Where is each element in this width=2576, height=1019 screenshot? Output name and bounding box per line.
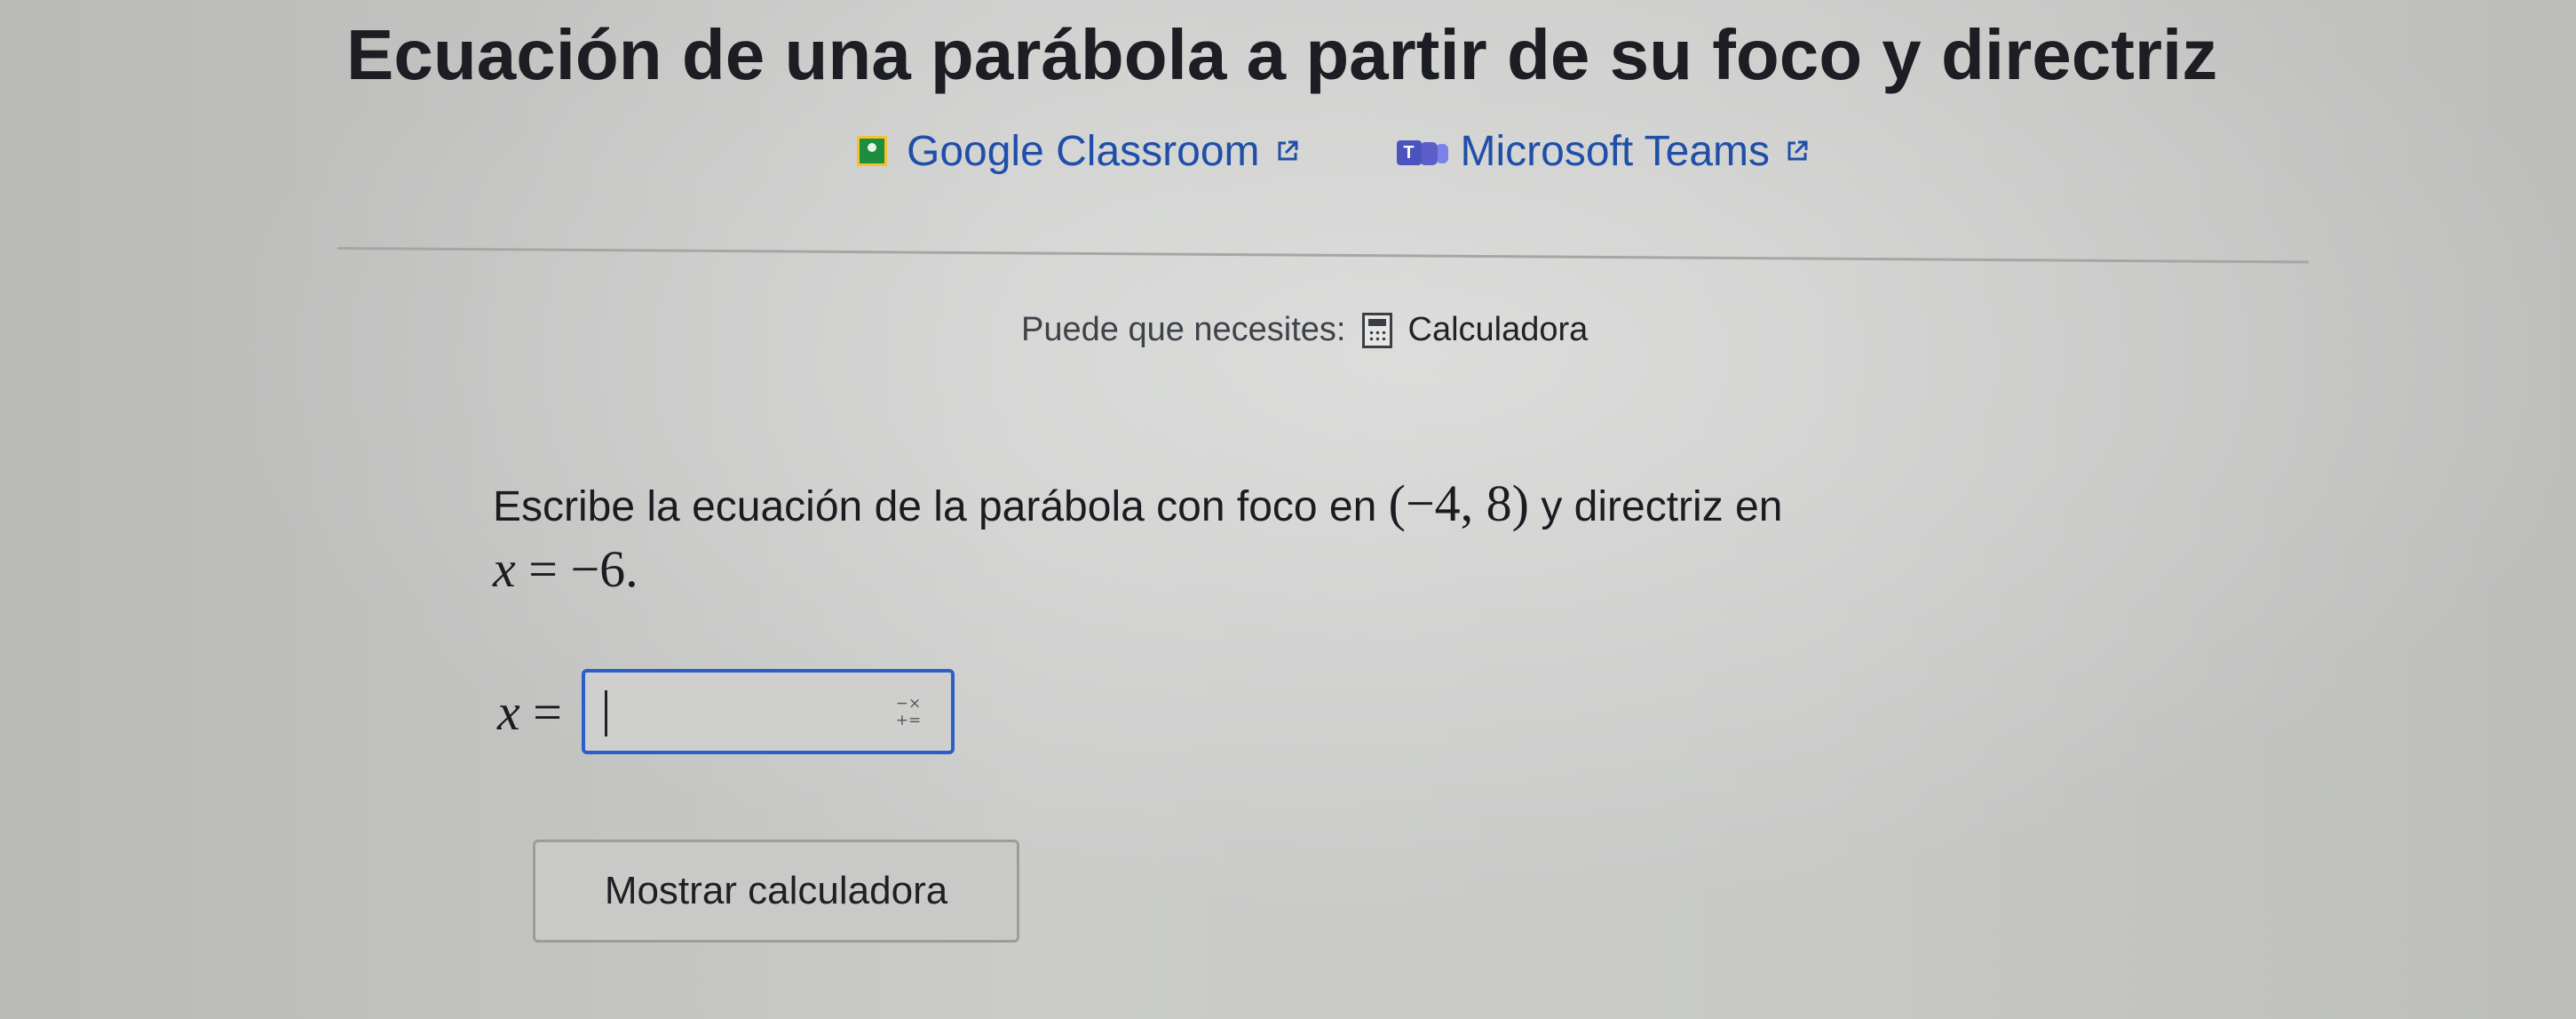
tools-needed: Puede que necesites: Calculadora [1021, 311, 1588, 349]
focus-point: (−4, 8) [1388, 474, 1529, 532]
google-classroom-icon [857, 136, 887, 166]
answer-lhs: x = [497, 682, 562, 741]
external-link-icon [1276, 139, 1299, 163]
share-links: Google Classroom T Microsoft Teams [857, 124, 1809, 178]
text-caret [604, 690, 607, 736]
page-title: Ecuación de una parábola a partir de su … [346, 15, 2218, 94]
microsoft-teams-label: Microsoft Teams [1460, 127, 1771, 175]
tools-label: Puede que necesites: [1021, 311, 1346, 348]
microsoft-teams-icon: T [1396, 135, 1448, 167]
question-text: Escribe la ecuación de la parábola con f… [493, 473, 2109, 604]
calculator-icon [1361, 312, 1392, 348]
question-text-before: Escribe la ecuación de la parábola con f… [493, 483, 1389, 530]
answer-row: x = −× += [497, 669, 955, 754]
tools-item-calculator: Calculadora [1407, 311, 1589, 348]
answer-input[interactable]: −× += [581, 669, 955, 754]
math-keyboard-icon[interactable]: −× += [891, 696, 926, 731]
google-classroom-label: Google Classroom [907, 127, 1260, 175]
microsoft-teams-link[interactable]: T Microsoft Teams [1396, 127, 1810, 176]
directrix-equation: x = −6. [493, 540, 638, 598]
show-calculator-button[interactable]: Mostrar calculadora [533, 840, 1019, 943]
google-classroom-link[interactable]: Google Classroom [857, 127, 1299, 176]
question-text-middle: y directriz en [1529, 483, 1783, 530]
external-link-icon [1786, 139, 1809, 163]
